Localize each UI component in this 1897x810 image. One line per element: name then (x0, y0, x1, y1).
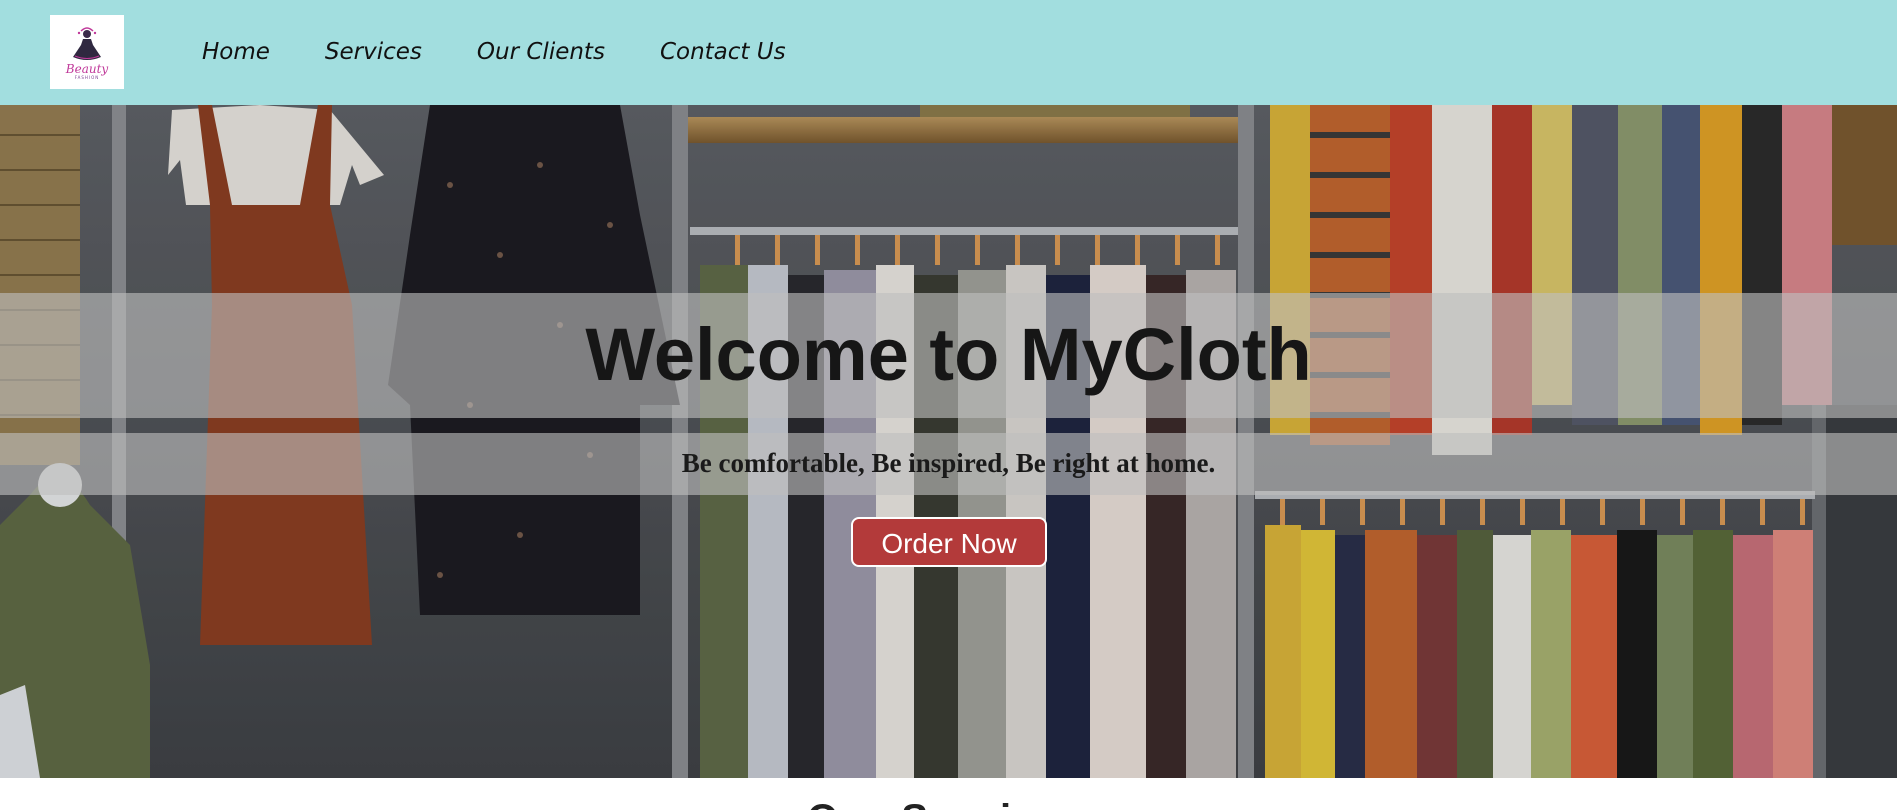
main-nav: Home Services Our Clients Contact Us (202, 36, 841, 68)
hero-section: Welcome to MyCloth Be comfortable, Be in… (0, 105, 1897, 778)
logo-wordmark: Beauty (65, 61, 109, 76)
nav-link-home[interactable]: Home (202, 36, 270, 68)
dress-logo-icon (73, 26, 101, 60)
brand-logo[interactable]: Beauty FASHION (50, 15, 124, 89)
logo-tagline: FASHION (74, 74, 100, 80)
nav-link-contact-us[interactable]: Contact Us (660, 36, 786, 68)
nav-link-our-clients[interactable]: Our Clients (477, 36, 605, 68)
nav-link-services[interactable]: Services (325, 36, 422, 68)
top-navbar: Beauty FASHION Home Services Our Clients… (0, 0, 1897, 105)
order-now-button[interactable]: Order Now (851, 517, 1047, 567)
services-section: Our Services (0, 778, 1897, 810)
hero-title: Welcome to MyCloth (585, 313, 1312, 396)
services-heading: Our Services (0, 796, 1897, 810)
hero-subtitle: Be comfortable, Be inspired, Be right at… (681, 448, 1216, 478)
